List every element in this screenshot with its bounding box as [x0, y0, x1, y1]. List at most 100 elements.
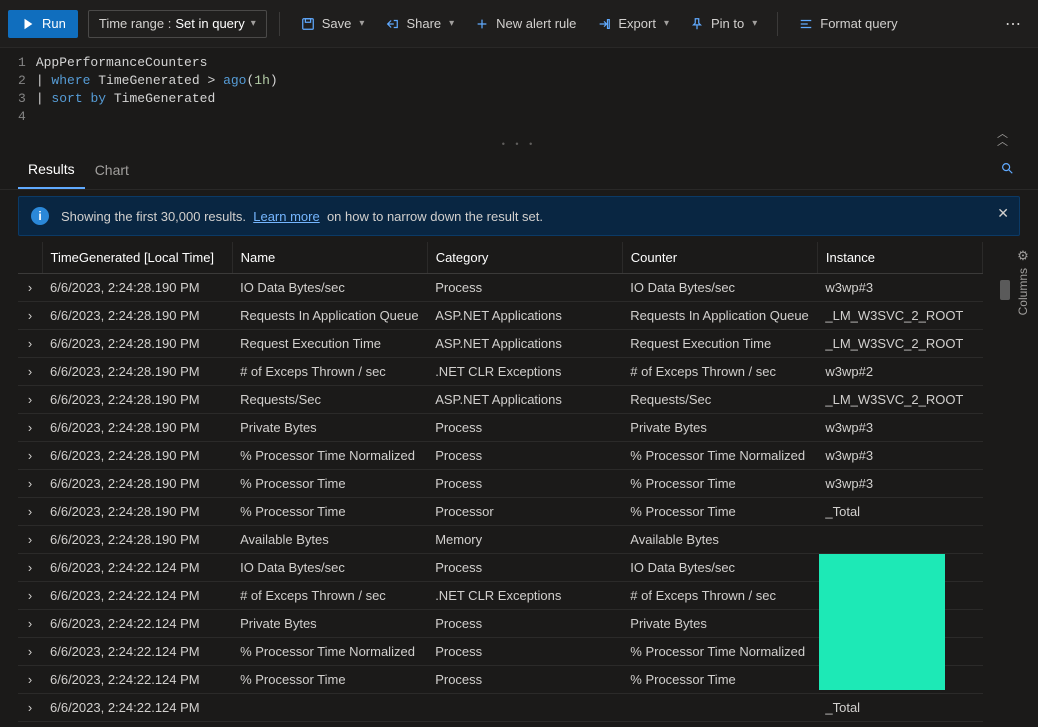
run-label: Run: [42, 16, 66, 31]
expand-row-icon[interactable]: ›: [18, 582, 42, 610]
cell-category: .NET CLR Exceptions: [427, 358, 622, 386]
time-range-button[interactable]: Time range : Set in query ▾: [88, 10, 267, 38]
play-icon: [20, 16, 36, 32]
cell-name: [232, 694, 427, 722]
toolbar-divider: [777, 12, 778, 36]
columns-panel-toggle[interactable]: ⚙ Columns: [1012, 248, 1034, 315]
expand-row-icon[interactable]: ›: [18, 470, 42, 498]
expand-row-icon[interactable]: ›: [18, 666, 42, 694]
table-row[interactable]: ›6/6/2023, 2:24:28.190 PM% Processor Tim…: [18, 498, 983, 526]
cell-name: Available Bytes: [232, 526, 427, 554]
expand-row-icon[interactable]: ›: [18, 358, 42, 386]
cell-time: 6/6/2023, 2:24:22.124 PM: [42, 582, 232, 610]
save-label: Save: [322, 16, 352, 31]
line-number: 4: [18, 108, 26, 126]
format-query-button[interactable]: Format query: [790, 10, 905, 38]
expand-row-icon[interactable]: ›: [18, 610, 42, 638]
gear-icon: ⚙: [1017, 248, 1029, 264]
cell-name: IO Data Bytes/sec: [232, 274, 427, 302]
cell-instance: _LM_W3SVC_2_ROOT: [817, 330, 982, 358]
info-icon: i: [31, 207, 49, 225]
collapse-up-icon[interactable]: ︿︿: [997, 130, 1008, 146]
expand-row-icon[interactable]: ›: [18, 274, 42, 302]
more-button[interactable]: ⋯: [997, 10, 1030, 38]
save-button[interactable]: Save ▾: [292, 10, 373, 38]
cell-instance: w3wp#3: [817, 470, 982, 498]
cell-counter: Requests In Application Queue: [622, 302, 817, 330]
cell-time: 6/6/2023, 2:24:22.124 PM: [42, 638, 232, 666]
table-row[interactable]: ›6/6/2023, 2:24:28.190 PMRequests In App…: [18, 302, 983, 330]
query-editor[interactable]: 1 2 3 4 AppPerformanceCounters | where T…: [0, 48, 1038, 138]
col-header-category[interactable]: Category: [427, 242, 622, 274]
line-number: 2: [18, 72, 26, 90]
col-header-name[interactable]: Name: [232, 242, 427, 274]
export-label: Export: [618, 16, 656, 31]
cell-instance: w3wp#3: [817, 442, 982, 470]
cell-category: Process: [427, 666, 622, 694]
cell-name: % Processor Time: [232, 666, 427, 694]
cell-counter: % Processor Time: [622, 470, 817, 498]
expand-row-icon[interactable]: ›: [18, 386, 42, 414]
cell-category: Process: [427, 442, 622, 470]
scrollbar-thumb[interactable]: [1000, 280, 1010, 300]
info-bar: i Showing the first 30,000 results. Lear…: [18, 196, 1020, 236]
table-row[interactable]: ›6/6/2023, 2:24:28.190 PMAvailable Bytes…: [18, 526, 983, 554]
cell-category: Process: [427, 470, 622, 498]
cell-category: Process: [427, 610, 622, 638]
pin-to-button[interactable]: Pin to ▾: [681, 10, 765, 38]
expand-header: [18, 242, 42, 274]
editor-code[interactable]: AppPerformanceCounters | where TimeGener…: [36, 54, 278, 126]
table-row[interactable]: ›6/6/2023, 2:24:28.190 PMRequests/SecASP…: [18, 386, 983, 414]
expand-row-icon[interactable]: ›: [18, 694, 42, 722]
table-row[interactable]: ›6/6/2023, 2:24:28.190 PMIO Data Bytes/s…: [18, 274, 983, 302]
col-header-time[interactable]: TimeGenerated [Local Time]: [42, 242, 232, 274]
splitter[interactable]: ︿︿: [0, 138, 1038, 150]
export-button[interactable]: Export ▾: [588, 10, 677, 38]
cell-instance: _Total: [817, 498, 982, 526]
expand-row-icon[interactable]: ›: [18, 302, 42, 330]
new-alert-button[interactable]: New alert rule: [466, 10, 584, 38]
expand-row-icon[interactable]: ›: [18, 526, 42, 554]
chevron-down-icon: ▾: [251, 18, 256, 29]
cell-time: 6/6/2023, 2:24:28.190 PM: [42, 498, 232, 526]
time-range-value: Set in query: [175, 16, 244, 31]
cell-time: 6/6/2023, 2:24:28.190 PM: [42, 442, 232, 470]
cell-counter: Private Bytes: [622, 414, 817, 442]
cell-name: Requests/Sec: [232, 386, 427, 414]
expand-row-icon[interactable]: ›: [18, 330, 42, 358]
table-row[interactable]: ›6/6/2023, 2:24:28.190 PMPrivate BytesPr…: [18, 414, 983, 442]
cell-category: ASP.NET Applications: [427, 302, 622, 330]
table-row[interactable]: ›6/6/2023, 2:24:22.124 PM_Total: [18, 694, 983, 722]
cell-counter: # of Exceps Thrown / sec: [622, 582, 817, 610]
table-row[interactable]: ›6/6/2023, 2:24:28.190 PM# of Exceps Thr…: [18, 358, 983, 386]
more-icon: ⋯: [1005, 14, 1022, 34]
header-row: TimeGenerated [Local Time] Name Category…: [18, 242, 983, 274]
pin-icon: [689, 16, 705, 32]
share-button[interactable]: Share ▾: [376, 10, 462, 38]
col-header-instance[interactable]: Instance: [817, 242, 982, 274]
close-icon[interactable]: ✕: [997, 205, 1009, 222]
expand-row-icon[interactable]: ›: [18, 638, 42, 666]
tab-results[interactable]: Results: [18, 151, 85, 189]
cell-counter: IO Data Bytes/sec: [622, 554, 817, 582]
search-icon[interactable]: [1000, 161, 1014, 179]
cell-instance: _LM_W3SVC_2_ROOT: [817, 386, 982, 414]
vertical-scrollbar[interactable]: [1000, 278, 1010, 708]
table-row[interactable]: ›6/6/2023, 2:24:28.190 PM% Processor Tim…: [18, 470, 983, 498]
cell-name: Requests In Application Queue: [232, 302, 427, 330]
expand-row-icon[interactable]: ›: [18, 554, 42, 582]
learn-more-link[interactable]: Learn more: [253, 209, 319, 224]
cell-time: 6/6/2023, 2:24:28.190 PM: [42, 330, 232, 358]
col-header-counter[interactable]: Counter: [622, 242, 817, 274]
expand-row-icon[interactable]: ›: [18, 414, 42, 442]
tab-chart[interactable]: Chart: [85, 152, 139, 188]
cell-category: Memory: [427, 526, 622, 554]
table-row[interactable]: ›6/6/2023, 2:24:28.190 PMRequest Executi…: [18, 330, 983, 358]
cell-time: 6/6/2023, 2:24:28.190 PM: [42, 358, 232, 386]
expand-row-icon[interactable]: ›: [18, 498, 42, 526]
cell-time: 6/6/2023, 2:24:22.124 PM: [42, 666, 232, 694]
format-icon: [798, 16, 814, 32]
table-row[interactable]: ›6/6/2023, 2:24:28.190 PM% Processor Tim…: [18, 442, 983, 470]
run-button[interactable]: Run: [8, 10, 78, 38]
expand-row-icon[interactable]: ›: [18, 442, 42, 470]
